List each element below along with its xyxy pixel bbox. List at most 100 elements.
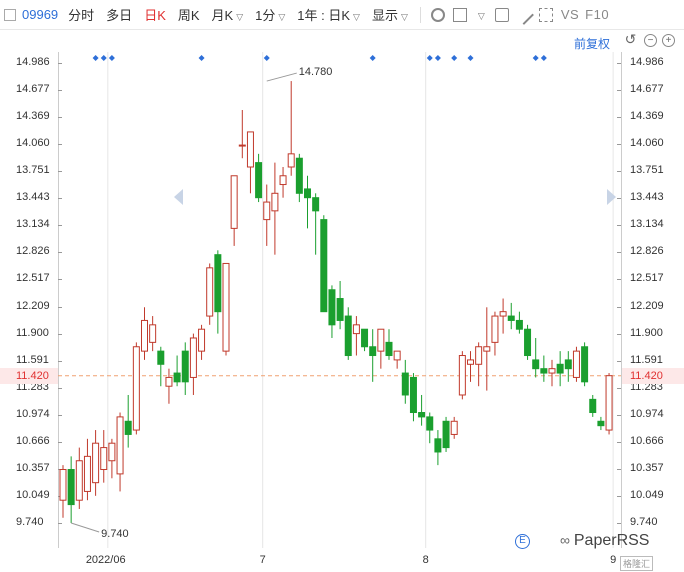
candle[interactable] [532, 337, 540, 378]
candle[interactable] [157, 346, 165, 387]
candle-body [393, 350, 401, 361]
candlestick-chart[interactable]: 14.780 9.740 [0, 0, 684, 572]
candle[interactable] [173, 355, 181, 387]
watermark-text: ∞ PaperRSS [560, 532, 649, 550]
event-marker[interactable] [540, 55, 547, 61]
candle[interactable] [393, 350, 401, 369]
candle[interactable] [255, 153, 263, 203]
candle[interactable] [100, 430, 108, 483]
candle[interactable] [418, 394, 426, 426]
candle[interactable] [564, 351, 572, 382]
candle[interactable] [59, 465, 67, 518]
candle[interactable] [214, 250, 222, 334]
candle[interactable] [524, 324, 532, 360]
candle[interactable] [434, 430, 442, 466]
candle[interactable] [475, 342, 483, 387]
e-badge-icon[interactable]: E [515, 534, 530, 549]
candle-body [548, 368, 556, 374]
candle[interactable] [108, 438, 116, 479]
candle[interactable] [230, 175, 238, 246]
candle[interactable] [507, 302, 515, 330]
candle-body [304, 188, 311, 199]
candle-body [132, 346, 140, 431]
candle[interactable] [92, 430, 100, 496]
candle[interactable] [246, 131, 254, 194]
candle[interactable] [198, 324, 206, 360]
candle[interactable] [165, 368, 173, 404]
candle[interactable] [450, 416, 458, 439]
candle[interactable] [287, 81, 295, 176]
candle-body [100, 447, 108, 471]
candle[interactable] [279, 166, 287, 198]
candle[interactable] [67, 456, 75, 523]
candle[interactable] [426, 412, 434, 444]
candle[interactable] [141, 307, 148, 360]
candle[interactable] [377, 328, 385, 369]
candle[interactable] [442, 416, 450, 452]
candle[interactable] [556, 351, 564, 387]
candle-body [116, 416, 124, 475]
candle[interactable] [189, 333, 197, 395]
candle[interactable] [483, 307, 491, 391]
candle[interactable] [124, 394, 132, 448]
candle-body [385, 341, 393, 357]
candle[interactable] [75, 447, 83, 509]
event-marker[interactable] [92, 55, 99, 61]
candle-body [426, 416, 434, 431]
candle-body [263, 201, 271, 221]
candle-body [369, 346, 377, 357]
candle[interactable] [336, 280, 344, 330]
candle-body [507, 315, 515, 321]
candle-body [181, 350, 189, 383]
candle[interactable] [222, 262, 230, 356]
candle[interactable] [149, 316, 157, 352]
candle[interactable] [328, 285, 336, 338]
event-marker[interactable] [263, 55, 270, 61]
candle[interactable] [401, 359, 409, 404]
candle[interactable] [515, 311, 523, 334]
scroll-left-icon[interactable] [174, 189, 183, 205]
candle[interactable] [409, 373, 417, 422]
candle[interactable] [304, 175, 311, 229]
event-marker[interactable] [426, 55, 433, 61]
candle[interactable] [467, 351, 474, 382]
event-marker[interactable] [198, 55, 205, 61]
event-marker[interactable] [434, 55, 441, 61]
candle[interactable] [491, 311, 499, 356]
candle-body [312, 197, 320, 212]
candle[interactable] [581, 342, 589, 387]
candle[interactable] [238, 109, 246, 159]
candle[interactable] [344, 307, 352, 360]
candle[interactable] [369, 329, 377, 382]
candle[interactable] [352, 316, 360, 356]
candle[interactable] [132, 342, 140, 435]
candle[interactable] [116, 412, 124, 492]
candle[interactable] [271, 162, 279, 255]
candle[interactable] [597, 416, 605, 431]
candle[interactable] [385, 329, 393, 360]
event-marker[interactable] [100, 55, 107, 61]
candle[interactable] [548, 359, 556, 387]
candle-body [287, 153, 295, 168]
candle[interactable] [458, 351, 466, 400]
event-marker[interactable] [467, 55, 474, 61]
candle[interactable] [181, 342, 189, 395]
candle-body [173, 372, 181, 383]
candle[interactable] [320, 215, 328, 313]
event-marker[interactable] [532, 55, 539, 61]
event-marker[interactable] [451, 55, 458, 61]
event-marker[interactable] [369, 55, 376, 61]
candle[interactable] [589, 394, 597, 417]
candle[interactable] [540, 355, 548, 382]
candle[interactable] [572, 346, 580, 382]
candle[interactable] [361, 328, 369, 352]
candle[interactable] [295, 153, 303, 203]
candle[interactable] [605, 373, 613, 435]
candle[interactable] [312, 193, 320, 255]
scroll-right-icon[interactable] [607, 189, 616, 205]
candle[interactable] [499, 298, 507, 334]
candle[interactable] [263, 184, 271, 246]
event-marker[interactable] [108, 55, 115, 61]
candle[interactable] [206, 263, 214, 325]
candle[interactable] [83, 438, 91, 501]
